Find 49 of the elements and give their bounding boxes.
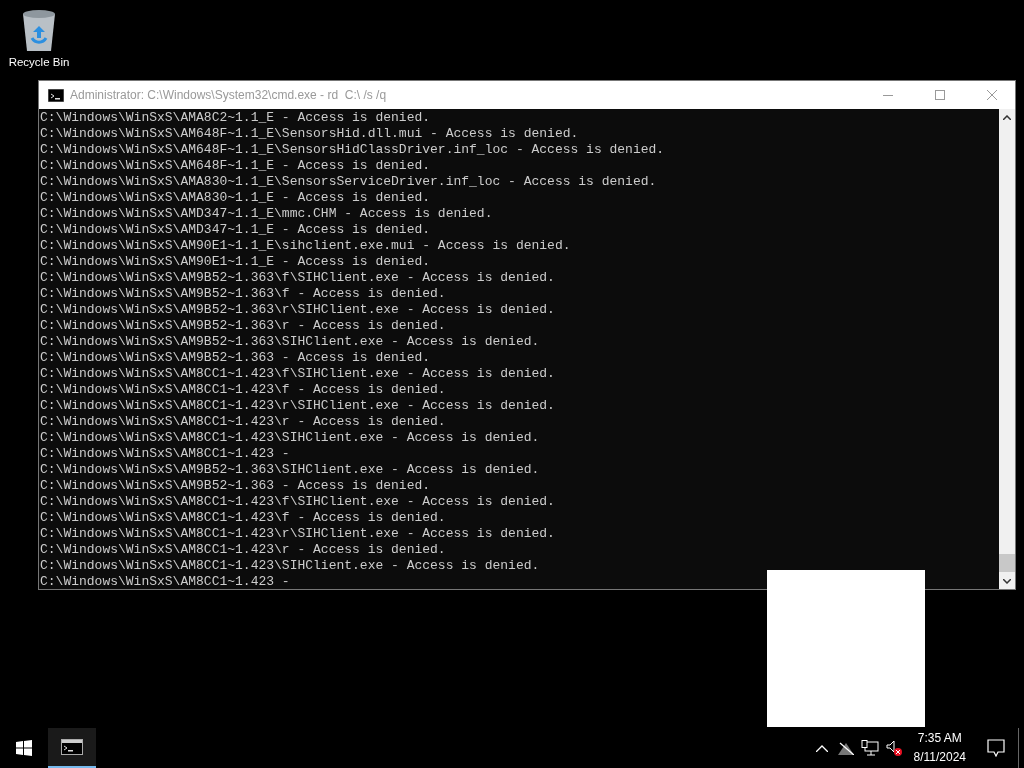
console-line: C:\Windows\WinSxS\AM9B52~1.363\r\SIHClient.exe - Access is denied. xyxy=(40,302,556,318)
console-line: C:\Windows\WinSxS\AMA830~1.1_E - Access is denied. xyxy=(40,190,432,206)
console-line: C:\Windows\WinSxS\AM9B52~1.363\f\SIHClient.exe - Access is denied. xyxy=(40,270,556,286)
console-line: C:\Windows\WinSxS\AM8CC1~1.423\f - Access is denied. xyxy=(40,382,447,398)
windows-logo-icon[interactable] xyxy=(16,740,32,756)
desktop-icon-label[interactable]: Recycle Bin xyxy=(8,56,70,68)
console-line: C:\Windows\WinSxS\AM648F~1.1_E\SensorsHid.dll.mui - Access is denied. xyxy=(40,126,580,142)
console-icon xyxy=(48,88,64,102)
console-line: C:\Windows\WinSxS\AM8CC1~1.423\SIHClient.exe - Access is denied. xyxy=(40,558,541,574)
console-line: C:\Windows\WinSxS\AM9B52~1.363\r - Access is denied. xyxy=(40,318,447,334)
scroll-up-icon[interactable] xyxy=(1003,114,1011,120)
network-icon[interactable] xyxy=(860,740,879,756)
notifications-icon[interactable] xyxy=(987,739,1005,757)
console-line: C:\Windows\WinSxS\AM8CC1~1.423\r - Access is denied. xyxy=(40,414,447,430)
console-line: C:\Windows\WinSxS\AM9B52~1.363\SIHClient.exe - Access is denied. xyxy=(40,334,541,350)
console-line: C:\Windows\WinSxS\AM8CC1~1.423\f - Access is denied. xyxy=(40,510,447,526)
console-line: C:\Windows\WinSxS\AM8CC1~1.423\SIHClient.exe - Access is denied. xyxy=(40,430,541,446)
console-line: C:\Windows\WinSxS\AM8CC1~1.423\r - Access is denied. xyxy=(40,542,447,558)
scroll-down-icon[interactable] xyxy=(1003,578,1011,584)
console-line: C:\Windows\WinSxS\AM9B52~1.363 - Access is denied. xyxy=(40,350,432,366)
console-line: C:\Windows\WinSxS\AM9B52~1.363\SIHClient.exe - Access is denied. xyxy=(40,462,541,478)
close-icon xyxy=(987,90,997,100)
console-line: C:\Windows\WinSxS\AMA8C2~1.1_E - Access is denied. xyxy=(40,110,432,126)
console-line: C:\Windows\WinSxS\AM8CC1~1.423 - xyxy=(40,446,291,462)
console-line: C:\Windows\WinSxS\AM90E1~1.1_E\sihclient.exe.mui - Access is denied. xyxy=(40,238,572,254)
maximize-icon xyxy=(935,90,945,100)
console-line: C:\Windows\WinSxS\AM8CC1~1.423\r\SIHClient.exe - Access is denied. xyxy=(40,398,556,414)
scrollbar-thumb[interactable] xyxy=(999,554,1015,572)
console-line: C:\Windows\WinSxS\AM648F~1.1_E\SensorsHidClassDriver.inf_loc - Access is denied. xyxy=(40,142,666,158)
taskbar-app-button[interactable] xyxy=(48,728,96,768)
console-line: C:\Windows\WinSxS\AM8CC1~1.423\r\SIHClient.exe - Access is denied. xyxy=(40,526,556,542)
console-line: C:\Windows\WinSxS\AM9B52~1.363 - Access is denied. xyxy=(40,478,432,494)
console-line: C:\Windows\WinSxS\AM648F~1.1_E - Access is denied. xyxy=(40,158,432,174)
scrollbar[interactable] xyxy=(999,109,1015,589)
console-line: C:\Windows\WinSxS\AMD347~1.1_E - Access is denied. xyxy=(40,222,432,238)
clock-date[interactable]: 8/11/2024 xyxy=(913,749,966,766)
console-line: C:\Windows\WinSxS\AM8CC1~1.423\f\SIHClient.exe - Access is denied. xyxy=(40,494,556,510)
speaker-muted-icon[interactable] xyxy=(885,740,902,756)
console-line: C:\Windows\WinSxS\AM8CC1~1.423 - xyxy=(40,574,291,589)
console-line: C:\Windows\WinSxS\AMA830~1.1_E\SensorsServiceDriver.inf_loc - Access is denied. xyxy=(40,174,658,190)
window-title: Administrator: C:\Windows\System32\cmd.exe - rd C:\ /s /q xyxy=(70,88,388,102)
console-icon xyxy=(61,739,83,755)
chevron-up-icon[interactable] xyxy=(815,744,828,752)
console-line: C:\Windows\WinSxS\AM90E1~1.1_E - Access is denied. xyxy=(40,254,432,270)
clock-time[interactable]: 7:35 AM xyxy=(917,730,962,747)
console-line: C:\Windows\WinSxS\AM9B52~1.363\f - Access is denied. xyxy=(40,286,447,302)
network-off-icon[interactable] xyxy=(837,741,854,755)
console-line: C:\Windows\WinSxS\AM8CC1~1.423\f\SIHClient.exe - Access is denied. xyxy=(40,366,556,382)
console-line: C:\Windows\WinSxS\AMD347~1.1_E\mmc.CHM - Access is denied. xyxy=(40,206,494,222)
